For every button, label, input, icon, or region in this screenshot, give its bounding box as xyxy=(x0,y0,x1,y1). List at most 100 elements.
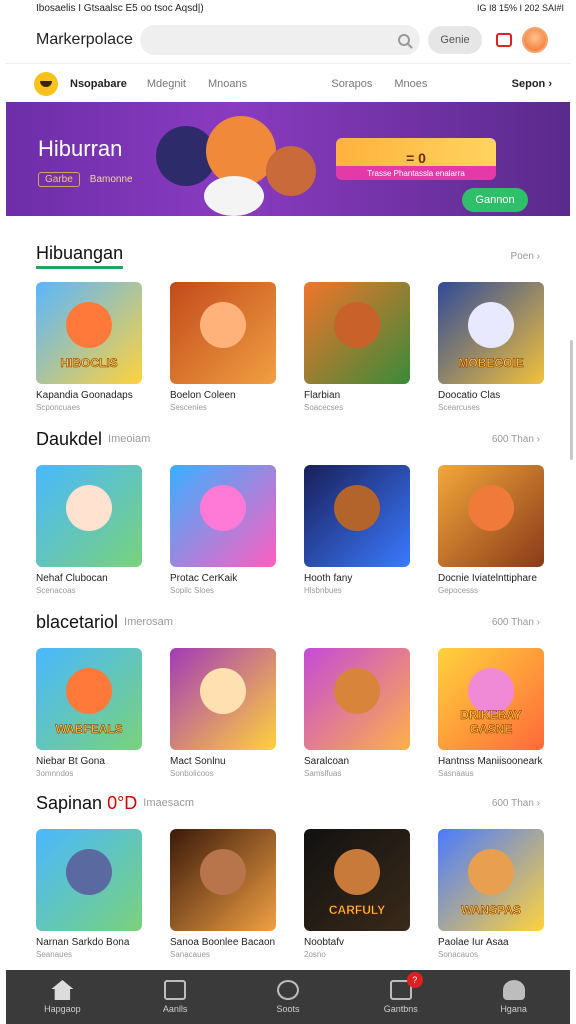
app-thumbnail[interactable]: HIBOCLIS xyxy=(36,282,142,384)
app-card[interactable]: Narnan Sarkdo Bona Seanaues xyxy=(36,829,142,959)
card-grid: HIBOCLIS Kapandia Goonadaps Scponcuaes Boel… xyxy=(6,282,570,412)
app-card[interactable]: CARFULY Noobtafv 2osno xyxy=(304,829,410,959)
app-thumbnail[interactable]: DRIKEBAY GASNE xyxy=(438,648,544,750)
app-thumbnail[interactable] xyxy=(304,282,410,384)
hero-title: Hiburran xyxy=(38,136,123,161)
app-card[interactable]: Mact Sonlnu Sonbolicoos xyxy=(170,648,276,778)
app-title: Doocatio Clas xyxy=(438,390,501,401)
app-thumbnail[interactable] xyxy=(170,465,276,567)
app-card[interactable]: Flarbian Soacecses xyxy=(304,282,410,412)
app-thumbnail[interactable] xyxy=(36,829,142,931)
app-subtitle: Soacecses xyxy=(304,403,344,412)
thumbnail-logo-text: MOBECOIE xyxy=(458,356,524,371)
app-card[interactable]: Boelon Coleen Sescenies xyxy=(170,282,276,412)
app-thumbnail[interactable]: WABFEALS xyxy=(36,648,142,750)
section-see-more-link[interactable]: Poen › xyxy=(511,251,540,262)
section-see-more-link[interactable]: 600 Than › xyxy=(492,434,540,445)
section-title: blacetariol xyxy=(36,611,119,632)
app-thumbnail[interactable] xyxy=(36,465,142,567)
category-item[interactable]: Mnoes xyxy=(394,78,427,90)
app-frame: Ibosaelis I Gtsaalsc E5 oo tsoc Aqsd|) I… xyxy=(0,0,576,1024)
app-card[interactable]: Saralcoan Samslfuas xyxy=(304,648,410,778)
apps-icon xyxy=(164,980,187,1000)
app-thumbnail[interactable]: CARFULY xyxy=(304,829,410,931)
status-left: Ibosaelis I Gtsaalsc E5 oo tsoc Aqsd|) xyxy=(36,2,204,14)
avatar[interactable] xyxy=(522,26,548,53)
app-title: Docnie Iviatelnttiphare xyxy=(438,573,537,584)
search-icon[interactable] xyxy=(398,33,410,46)
hero-banner[interactable]: Hiburran Garbe Bamonne = 0 Trasse Phanta… xyxy=(6,102,570,216)
scrollbar[interactable] xyxy=(570,340,573,460)
app-title: Boelon Coleen xyxy=(170,390,236,401)
app-card[interactable]: Docnie Iviatelnttiphare Gepocesss xyxy=(438,465,544,595)
character-illustration xyxy=(334,302,380,348)
section-see-more-link[interactable]: 600 Than › xyxy=(492,617,540,628)
nav-item[interactable]: Aanlls xyxy=(135,980,215,1014)
category-item-last[interactable]: Sepon › xyxy=(512,78,552,90)
nav-item[interactable]: Soots xyxy=(248,980,328,1014)
app-card[interactable]: HIBOCLIS Kapandia Goonadaps Scponcuaes xyxy=(36,282,142,412)
app-subtitle: Hlsbnbues xyxy=(304,586,342,595)
character-illustration xyxy=(200,668,246,714)
app-thumbnail[interactable] xyxy=(170,282,276,384)
app-thumbnail[interactable]: MOBECOIE xyxy=(438,282,544,384)
app-thumbnail[interactable] xyxy=(304,648,410,750)
app-subtitle: Gepocesss xyxy=(438,586,479,595)
character-illustration xyxy=(200,485,246,531)
category-item-first[interactable]: Nsopabare xyxy=(70,78,127,90)
app-card[interactable]: WABFEALS Niebar Bt Gona 3omnndos xyxy=(36,648,142,778)
app-subtitle: Sasnaaus xyxy=(438,769,474,778)
thumbnail-logo-text: HIBOCLIS xyxy=(60,356,118,371)
category-item[interactable]: Mdegnit xyxy=(147,78,186,90)
character-illustration xyxy=(468,485,514,531)
category-item[interactable]: Sorapos xyxy=(331,78,372,90)
app-card[interactable]: WANSPAS Paolae Iur Asaa Sonacauos xyxy=(438,829,544,959)
category-item[interactable]: Mnoans xyxy=(208,78,247,90)
app-title: Narnan Sarkdo Bona xyxy=(36,937,130,948)
app-card[interactable]: MOBECOIE Doocatio Clas Scearcuses xyxy=(438,282,544,412)
character-illustration xyxy=(334,849,380,895)
emoji-logo-icon xyxy=(34,72,58,96)
section-1: Daukdel Imeoiam 600 Than › Nehaf Clubocan Sc… xyxy=(6,423,570,595)
app-thumbnail[interactable] xyxy=(304,465,410,567)
app-thumbnail[interactable] xyxy=(170,829,276,931)
category-nav: Nsopabare Mdegnit Mnoans Sorapos Mnoes S… xyxy=(6,66,570,102)
nav-item[interactable]: ? Gantbns xyxy=(361,972,441,1014)
bottom-nav: Hapgaop Aanlls Soots ? Gantbns Hgana xyxy=(6,970,570,1024)
character-illustration xyxy=(66,302,112,348)
hero-cta-button[interactable]: Gannon xyxy=(462,188,528,212)
game-button[interactable]: Genie xyxy=(428,25,482,54)
app-title: Hantnss Maniisooneark xyxy=(438,756,543,767)
nav-label: Soots xyxy=(276,1004,300,1014)
section-title: Sapinan 0°D xyxy=(36,792,138,813)
app-card[interactable]: Sanoa Boonlee Bacaon Sanacaues xyxy=(170,829,276,959)
app-card[interactable]: DRIKEBAY GASNE Hantnss Maniisooneark Sasna… xyxy=(438,648,544,778)
app-thumbnail[interactable] xyxy=(438,465,544,567)
app-subtitle: Sopilc Sloes xyxy=(170,586,215,595)
section-header: Hibuangan Poen › xyxy=(6,240,570,272)
top-bar: Markerpolace Genie xyxy=(6,16,570,64)
app-card[interactable]: Protac CerKaik Sopilc Sloes xyxy=(170,465,276,595)
nav-label: Hapgaop xyxy=(44,1004,81,1014)
search-input[interactable] xyxy=(140,32,398,47)
search-box[interactable] xyxy=(140,24,420,55)
gift-icon[interactable] xyxy=(496,32,512,47)
section-see-more-link[interactable]: 600 Than › xyxy=(492,798,540,809)
app-card[interactable]: Hooth fany Hlsbnbues xyxy=(304,465,410,595)
app-title: Niebar Bt Gona xyxy=(36,756,105,767)
character-illustration xyxy=(200,849,246,895)
character-illustration xyxy=(468,849,514,895)
nav-item[interactable]: Hgana xyxy=(474,980,554,1014)
app-subtitle: 2osno xyxy=(304,950,326,959)
section-3: Sapinan 0°D Imaesacm 600 Than › Narnan Sark… xyxy=(6,787,570,959)
profile-icon xyxy=(502,980,525,1000)
thumbnail-logo-text: WANSPAS xyxy=(461,903,521,918)
app-thumbnail[interactable] xyxy=(170,648,276,750)
app-card[interactable]: Nehaf Clubocan Scenacoas xyxy=(36,465,142,595)
app-thumbnail[interactable]: WANSPAS xyxy=(438,829,544,931)
section-title: Daukdel xyxy=(36,428,103,449)
app-title: Flarbian xyxy=(304,390,341,401)
thumbnail-logo-text: DRIKEBAY GASNE xyxy=(460,708,522,737)
card-grid: Narnan Sarkdo Bona Seanaues Sanoa Boonlee … xyxy=(6,829,570,959)
nav-item[interactable]: Hapgaop xyxy=(22,980,102,1014)
